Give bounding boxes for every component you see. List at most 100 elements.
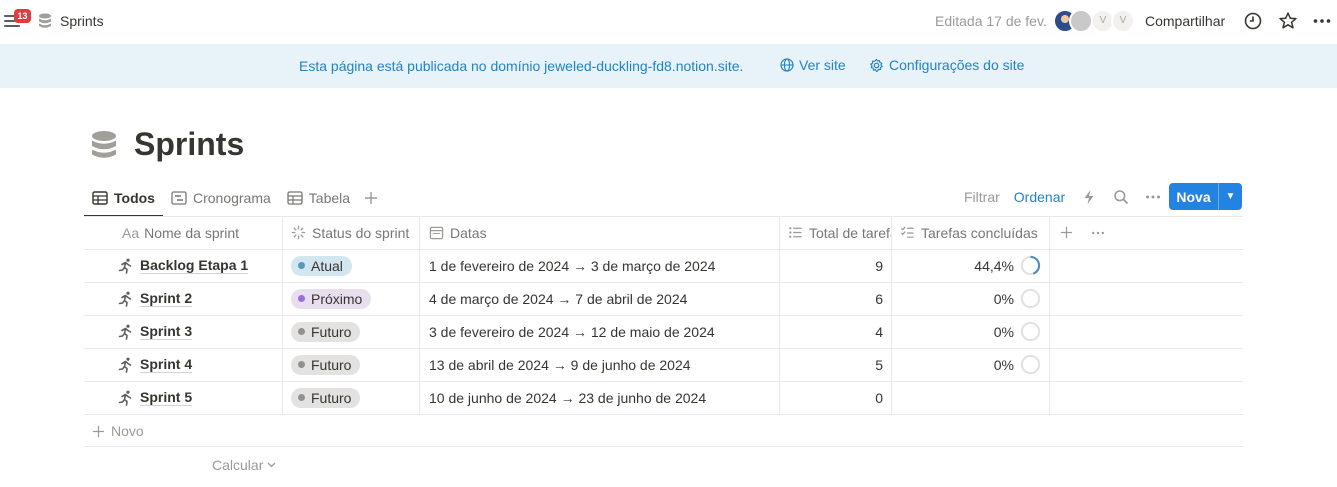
timeline-icon bbox=[171, 191, 187, 205]
add-view-button[interactable] bbox=[358, 181, 384, 215]
progress-ring bbox=[1020, 255, 1041, 276]
date-range: 3 de fevereiro de 2024 → 12 de maio de 2… bbox=[429, 323, 715, 340]
column-header-dates[interactable]: Datas bbox=[420, 216, 780, 249]
calculate-dropdown[interactable]: Calcular bbox=[212, 457, 276, 473]
cell-done[interactable]: 0% bbox=[892, 315, 1050, 348]
top-bar: 13 Sprints Editada 17 de fev. V V Compar… bbox=[0, 0, 1337, 44]
column-header-name[interactable]: Aa Nome da sprint bbox=[84, 216, 283, 249]
sprint-name[interactable]: Sprint 3 bbox=[140, 323, 193, 340]
tab-tabela[interactable]: Tabela bbox=[279, 181, 358, 215]
cell-done[interactable]: 44,4% bbox=[892, 249, 1050, 282]
search-icon[interactable] bbox=[1113, 189, 1129, 205]
cell-total[interactable]: 6 bbox=[780, 282, 892, 315]
runner-icon bbox=[118, 291, 132, 307]
table-icon bbox=[92, 191, 108, 205]
cell-done[interactable] bbox=[892, 381, 1050, 414]
status-badge: Futuro bbox=[291, 354, 361, 375]
runner-icon bbox=[118, 324, 132, 340]
sprint-name[interactable]: Backlog Etapa 1 bbox=[140, 257, 249, 274]
cell-name[interactable]: Backlog Etapa 1 bbox=[84, 249, 283, 282]
status-badge: Atual bbox=[291, 255, 352, 276]
more-icon[interactable] bbox=[1145, 189, 1161, 205]
filter-button[interactable]: Filtrar bbox=[964, 189, 1000, 205]
total-tasks: 5 bbox=[875, 356, 883, 373]
cell-status[interactable]: Próximo bbox=[283, 282, 420, 315]
cell-dates[interactable]: 3 de fevereiro de 2024 → 12 de maio de 2… bbox=[420, 315, 780, 348]
status-dot bbox=[298, 262, 305, 269]
status-icon bbox=[291, 225, 306, 240]
cell-empty bbox=[1050, 315, 1243, 348]
cell-status[interactable]: Atual bbox=[283, 249, 420, 282]
more-icon[interactable] bbox=[1312, 11, 1332, 31]
date-range: 10 de junho de 2024 → 23 de junho de 202… bbox=[429, 389, 707, 406]
new-button[interactable]: Nova ▼ bbox=[1169, 183, 1242, 210]
tab-todos[interactable]: Todos bbox=[84, 181, 163, 217]
table-row[interactable]: Sprint 4 Futuro 13 de abril de 2024 → 9 de… bbox=[84, 348, 1243, 381]
status-dot bbox=[298, 361, 305, 368]
cell-status[interactable]: Futuro bbox=[283, 381, 420, 414]
cell-name[interactable]: Sprint 5 bbox=[84, 381, 283, 414]
site-settings-link[interactable]: Configurações do site bbox=[869, 57, 1024, 73]
cell-status[interactable]: Futuro bbox=[283, 315, 420, 348]
cell-total[interactable]: 5 bbox=[780, 348, 892, 381]
cell-empty bbox=[1050, 348, 1243, 381]
sprint-name[interactable]: Sprint 5 bbox=[140, 389, 193, 406]
view-site-link[interactable]: Ver site bbox=[780, 57, 846, 73]
table-row[interactable]: Sprint 5 Futuro 10 de junho de 2024 → 23 d… bbox=[84, 381, 1243, 414]
globe-icon bbox=[780, 58, 794, 72]
view-tabs: Todos Cronograma Tabela bbox=[84, 180, 384, 217]
star-icon[interactable] bbox=[1278, 11, 1298, 31]
clock-icon[interactable] bbox=[1243, 11, 1263, 31]
plus-icon[interactable] bbox=[1060, 226, 1073, 239]
cell-name[interactable]: Sprint 4 bbox=[84, 348, 283, 381]
chevron-down-icon[interactable]: ▼ bbox=[1219, 191, 1242, 202]
table-row[interactable]: Sprint 3 Futuro 3 de fevereiro de 2024 → 1… bbox=[84, 315, 1243, 348]
done-percent: 44,4% bbox=[974, 257, 1014, 274]
done-percent: 0% bbox=[993, 290, 1014, 307]
add-row-button[interactable]: Novo bbox=[92, 423, 144, 439]
column-header-total[interactable]: Total de tarefas bbox=[780, 216, 892, 249]
cell-dates[interactable]: 10 de junho de 2024 → 23 de junho de 202… bbox=[420, 381, 780, 414]
date-range: 4 de março de 2024 → 7 de abril de 2024 bbox=[429, 290, 688, 307]
breadcrumb[interactable]: Sprints bbox=[38, 13, 104, 29]
cell-status[interactable]: Futuro bbox=[283, 348, 420, 381]
cell-done[interactable]: 0% bbox=[892, 282, 1050, 315]
status-badge: Futuro bbox=[291, 321, 361, 342]
database-icon bbox=[39, 13, 51, 28]
column-header-done[interactable]: Tarefas concluídas bbox=[892, 216, 1050, 249]
avatar bbox=[1069, 9, 1093, 33]
cell-name[interactable]: Sprint 3 bbox=[84, 315, 283, 348]
edited-timestamp: Editada 17 de fev. bbox=[935, 13, 1047, 29]
collaborator-avatars[interactable]: V V bbox=[1053, 9, 1135, 35]
sort-button[interactable]: Ordenar bbox=[1014, 189, 1065, 205]
cell-done[interactable]: 0% bbox=[892, 348, 1050, 381]
page-title[interactable]: Sprints bbox=[134, 126, 244, 163]
cell-name[interactable]: Sprint 2 bbox=[84, 282, 283, 315]
share-button[interactable]: Compartilhar bbox=[1145, 13, 1225, 29]
date-range: 13 de abril de 2024 → 9 de junho de 2024 bbox=[429, 356, 691, 373]
calculate-label: Calcular bbox=[212, 457, 264, 473]
done-percent: 0% bbox=[993, 323, 1014, 340]
avatar: V bbox=[1111, 9, 1135, 33]
total-tasks: 9 bbox=[875, 257, 883, 274]
cell-dates[interactable]: 1 de fevereiro de 2024 → 3 de março de 2… bbox=[420, 249, 780, 282]
tab-cronograma[interactable]: Cronograma bbox=[163, 181, 279, 215]
more-icon[interactable] bbox=[1091, 226, 1105, 240]
menu-button[interactable]: 13 bbox=[4, 9, 31, 32]
sprint-name[interactable]: Sprint 2 bbox=[140, 290, 193, 307]
cell-total[interactable]: 4 bbox=[780, 315, 892, 348]
column-header-status[interactable]: Status do sprint bbox=[283, 216, 420, 249]
add-row-label: Novo bbox=[111, 423, 144, 439]
cell-total[interactable]: 9 bbox=[780, 249, 892, 282]
table-row[interactable]: Backlog Etapa 1 Atual 1 de fevereiro de 20… bbox=[84, 249, 1243, 282]
sprint-name[interactable]: Sprint 4 bbox=[140, 356, 193, 373]
table-row[interactable]: Sprint 2 Próximo 4 de março de 2024 → 7 de… bbox=[84, 282, 1243, 315]
cell-dates[interactable]: 4 de março de 2024 → 7 de abril de 2024 bbox=[420, 282, 780, 315]
plus-icon bbox=[365, 192, 378, 204]
lightning-icon[interactable] bbox=[1081, 189, 1097, 205]
cell-total[interactable]: 0 bbox=[780, 381, 892, 414]
text-type-icon: Aa bbox=[122, 224, 140, 241]
column-header-actions bbox=[1050, 216, 1243, 249]
cell-dates[interactable]: 13 de abril de 2024 → 9 de junho de 2024 bbox=[420, 348, 780, 381]
cell-empty bbox=[1050, 381, 1243, 414]
